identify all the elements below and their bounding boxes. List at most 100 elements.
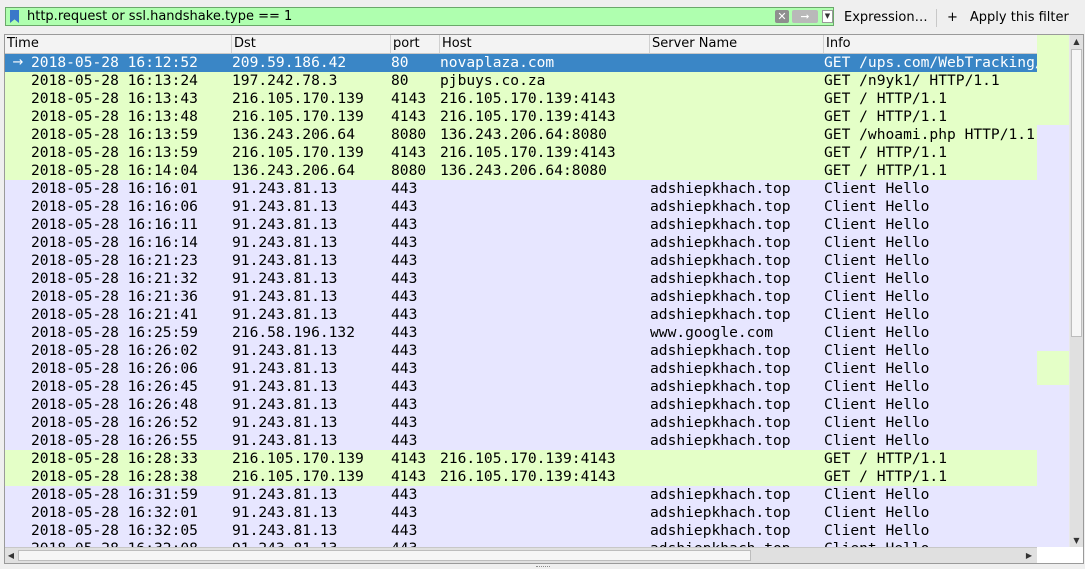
packet-port: 8080 [391, 126, 427, 143]
packet-row[interactable]: 2018-05-28 16:32:01 91.243.81.13 443 adshie… [5, 504, 1037, 522]
display-filter-input[interactable] [27, 8, 767, 25]
apply-filter-button[interactable]: + Apply this filter [947, 9, 1069, 26]
vertical-scroll-track[interactable]: ▲ ▼ [1070, 35, 1083, 547]
column-header-info[interactable]: Info [824, 35, 1037, 53]
packet-row[interactable]: 2018-05-28 16:25:59 216.58.196.132 443 www.… [5, 324, 1037, 342]
packet-time: 2018-05-28 16:16:11 [31, 216, 198, 233]
packet-row[interactable]: 2018-05-28 16:21:23 91.243.81.13 443 adshie… [5, 252, 1037, 270]
packet-row[interactable]: 2018-05-28 16:16:14 91.243.81.13 443 adshie… [5, 234, 1037, 252]
packet-dst: 216.105.170.139 [232, 144, 364, 161]
packet-server-name: adshiepkhach.top [650, 306, 791, 323]
packet-row[interactable]: 2018-05-28 16:28:38 216.105.170.139 4143 21… [5, 468, 1037, 486]
packet-server-name [650, 54, 823, 72]
scroll-up-icon[interactable]: ▲ [1070, 35, 1083, 48]
packet-host [440, 486, 650, 504]
packet-time: 2018-05-28 16:26:52 [31, 414, 198, 431]
packet-row[interactable]: 2018-05-28 16:26:45 91.243.81.13 443 adshie… [5, 378, 1037, 396]
packet-port: 443 [391, 306, 418, 323]
packet-row[interactable]: 2018-05-28 16:28:33 216.105.170.139 4143 21… [5, 450, 1037, 468]
packet-server-name: adshiepkhach.top [650, 288, 791, 305]
packet-row[interactable]: 2018-05-28 16:21:32 91.243.81.13 443 adshie… [5, 270, 1037, 288]
packet-row[interactable]: 2018-05-28 16:13:48 216.105.170.139 4143 21… [5, 108, 1037, 126]
packet-row[interactable]: 2018-05-28 16:21:41 91.243.81.13 443 adshie… [5, 306, 1037, 324]
packet-row[interactable]: 2018-05-28 16:31:59 91.243.81.13 443 adshie… [5, 486, 1037, 504]
packet-host [440, 378, 650, 396]
packet-info: Client Hello [824, 414, 930, 431]
packet-time: 2018-05-28 16:13:59 [31, 126, 198, 143]
expression-button[interactable]: Expression… [844, 9, 928, 26]
toolbar-separator [936, 9, 937, 27]
packet-port: 80 [391, 72, 409, 89]
packet-row[interactable]: 2018-05-28 16:26:52 91.243.81.13 443 adshie… [5, 414, 1037, 432]
packet-row[interactable]: 2018-05-28 16:32:05 91.243.81.13 443 adshie… [5, 522, 1037, 540]
display-filter-field[interactable]: ✕ ➞ ▼ [5, 7, 834, 26]
packet-time: 2018-05-28 16:25:59 [31, 324, 198, 341]
packet-row[interactable]: 2018-05-28 16:14:04 136.243.206.64 8080 136… [5, 162, 1037, 180]
chevron-down-icon[interactable]: ▼ [822, 10, 833, 23]
horizontal-scrollbar[interactable]: ◀ ▶ [5, 547, 1037, 563]
packet-rows: → 2018-05-28 16:12:52 209.59.186.42 80 novap… [5, 54, 1037, 547]
packet-host: 216.105.170.139:4143 [440, 144, 616, 161]
packet-dst: 91.243.81.13 [232, 414, 338, 431]
packet-row[interactable]: → 2018-05-28 16:12:52 209.59.186.42 80 novap… [5, 54, 1037, 72]
packet-row[interactable]: 2018-05-28 16:32:0891.243.81.13443 adshie… [5, 540, 1037, 547]
packet-server-name: www.google.com [650, 324, 774, 341]
packet-dst: 91.243.81.13 [232, 486, 338, 503]
packet-server-name [650, 468, 823, 486]
packet-info: Client Hello [824, 540, 1037, 547]
packet-time: 2018-05-28 16:21:32 [31, 270, 198, 287]
clear-icon[interactable]: ✕ [775, 10, 789, 23]
packet-port: 443 [391, 324, 418, 341]
packet-port: 443 [391, 522, 418, 539]
packet-row[interactable]: 2018-05-28 16:13:59 216.105.170.139 4143 21… [5, 144, 1037, 162]
packet-host: 216.105.170.139:4143 [440, 90, 616, 107]
column-header-dst[interactable]: Dst [232, 35, 391, 53]
packet-time: 2018-05-28 16:13:24 [31, 72, 198, 89]
scroll-down-icon[interactable]: ▼ [1070, 534, 1083, 547]
packet-dst: 216.58.196.132 [232, 324, 356, 341]
packet-row[interactable]: 2018-05-28 16:26:55 91.243.81.13 443 adshie… [5, 432, 1037, 450]
bookmark-icon[interactable] [10, 10, 19, 23]
packet-host [440, 522, 650, 540]
packet-info: GET / HTTP/1.1 [824, 108, 948, 125]
packet-row[interactable]: 2018-05-28 16:13:43 216.105.170.139 4143 21… [5, 90, 1037, 108]
packet-row[interactable]: 2018-05-28 16:21:36 91.243.81.13 443 adshie… [5, 288, 1037, 306]
display-filter-toolbar: ✕ ➞ ▼ Expression… + Apply this filter [0, 0, 1085, 34]
arrow-right-icon[interactable]: ➞ [792, 10, 818, 23]
horizontal-scroll-thumb[interactable] [18, 550, 751, 561]
column-header-port[interactable]: port [391, 35, 440, 53]
packet-info: GET /whoami.php HTTP/1.1 [824, 126, 1035, 143]
vertical-scrollbar[interactable]: ▲ ▼ [1037, 35, 1083, 547]
packet-row[interactable]: 2018-05-28 16:16:06 91.243.81.13 443 adshie… [5, 198, 1037, 216]
packet-row[interactable]: 2018-05-28 16:26:06 91.243.81.13 443 adshie… [5, 360, 1037, 378]
packet-time: 2018-05-28 16:32:08 [31, 540, 231, 547]
packet-info: Client Hello [824, 522, 930, 539]
packet-minimap[interactable] [1037, 35, 1069, 547]
packet-server-name [650, 162, 823, 180]
column-header-host[interactable]: Host [440, 35, 650, 53]
column-header-server-name[interactable]: Server Name [650, 35, 824, 53]
scroll-right-icon[interactable]: ▶ [1023, 549, 1035, 562]
packet-info: GET / HTTP/1.1 [824, 450, 948, 467]
packet-server-name: adshiepkhach.top [650, 504, 791, 521]
packet-dst: 197.242.78.3 [232, 72, 338, 89]
packet-row[interactable]: 2018-05-28 16:16:11 91.243.81.13 443 adshie… [5, 216, 1037, 234]
scroll-left-icon[interactable]: ◀ [5, 549, 17, 562]
packet-server-name: adshiepkhach.top [650, 216, 791, 233]
packet-row[interactable]: 2018-05-28 16:13:24 197.242.78.3 80 pjbuys.… [5, 72, 1037, 90]
packet-row[interactable]: 2018-05-28 16:26:02 91.243.81.13 443 adshie… [5, 342, 1037, 360]
vertical-scroll-thumb[interactable] [1071, 49, 1082, 337]
packet-row[interactable]: 2018-05-28 16:13:59 136.243.206.64 8080 136… [5, 126, 1037, 144]
packet-server-name: adshiepkhach.top [650, 522, 791, 539]
packet-row[interactable]: 2018-05-28 16:16:01 91.243.81.13 443 adshie… [5, 180, 1037, 198]
packet-info: GET / HTTP/1.1 [824, 90, 948, 107]
packet-time: 2018-05-28 16:26:48 [31, 396, 198, 413]
packet-dst: 91.243.81.13 [232, 288, 338, 305]
column-header-time[interactable]: Time [5, 35, 232, 53]
packet-dst: 136.243.206.64 [232, 126, 356, 143]
packet-server-name [650, 90, 823, 108]
packet-time: 2018-05-28 16:26:55 [31, 432, 198, 449]
packet-row[interactable]: 2018-05-28 16:26:48 91.243.81.13 443 adshie… [5, 396, 1037, 414]
packet-dst: 91.243.81.13 [232, 198, 338, 215]
packet-port: 443 [391, 378, 418, 395]
